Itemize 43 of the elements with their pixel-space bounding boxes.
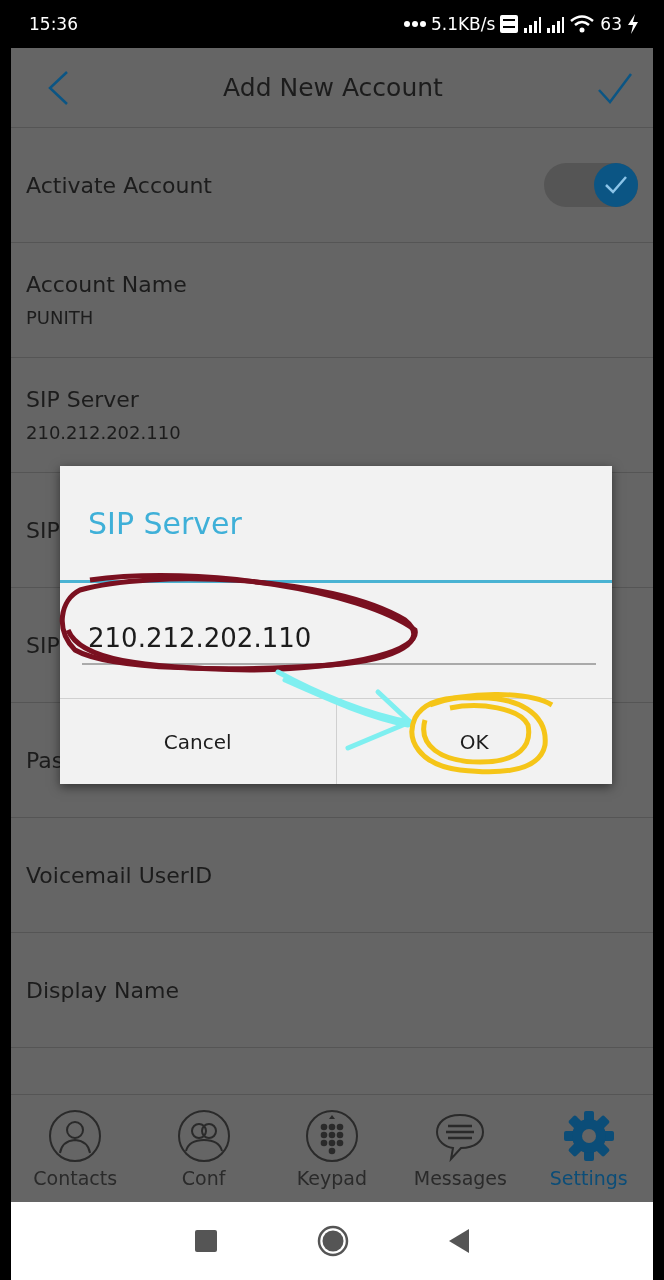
dialog-title: SIP Server: [60, 466, 612, 583]
home-button[interactable]: [317, 1225, 349, 1257]
screen-title: Add New Account: [223, 73, 443, 102]
row-value: 210.212.202.110: [26, 422, 181, 443]
group-icon: [176, 1108, 231, 1163]
back-icon[interactable]: [47, 69, 69, 106]
row-label: Voicemail UserID: [26, 862, 213, 888]
settings-row[interactable]: Voicemail UserID: [11, 818, 653, 933]
check-icon[interactable]: [597, 71, 633, 104]
row-label: SIP Server: [26, 387, 139, 412]
input-field[interactable]: 210.212.202.110: [82, 616, 596, 665]
row-label: SIP: [26, 632, 60, 658]
settings-row[interactable]: Activate Account: [11, 128, 653, 243]
signal-icon: [546, 15, 565, 33]
row-value: PUNITH: [26, 307, 94, 328]
more-dots-icon: [403, 21, 426, 27]
recents-button[interactable]: [195, 1230, 217, 1252]
tab-button[interactable]: Contacts: [20, 1108, 131, 1189]
tab-button[interactable]: Settings: [533, 1108, 644, 1189]
tab-button[interactable]: Keypad: [276, 1108, 387, 1189]
dialog-button[interactable]: Cancel: [60, 699, 336, 784]
settings-icon: [561, 1108, 616, 1163]
row-label: Display Name: [26, 977, 179, 1003]
wifi-icon: [569, 14, 596, 34]
keypad-icon: [304, 1108, 359, 1163]
tab-button[interactable]: Messages: [405, 1108, 516, 1189]
row-label: SIP: [26, 517, 60, 543]
settings-row[interactable]: Display Name: [11, 933, 653, 1048]
clock-time: 15:36: [29, 14, 78, 34]
toggle-switch[interactable]: [544, 163, 638, 207]
row-label: Account Name: [26, 272, 187, 297]
volte-icon: [500, 15, 519, 33]
person-icon: [48, 1108, 103, 1163]
battery-level: 63: [600, 14, 622, 34]
row-label: Activate Account: [26, 172, 212, 198]
tab-button[interactable]: Conf: [148, 1108, 259, 1189]
signal-icon: [523, 15, 542, 33]
settings-row[interactable]: Account Name PUNITH: [11, 243, 653, 358]
network-speed: 5.1KB/s: [430, 14, 496, 34]
charging-icon: [627, 14, 639, 34]
dialog-button[interactable]: OK: [335, 699, 612, 784]
check-icon: [604, 175, 628, 195]
back-button[interactable]: [449, 1229, 469, 1253]
